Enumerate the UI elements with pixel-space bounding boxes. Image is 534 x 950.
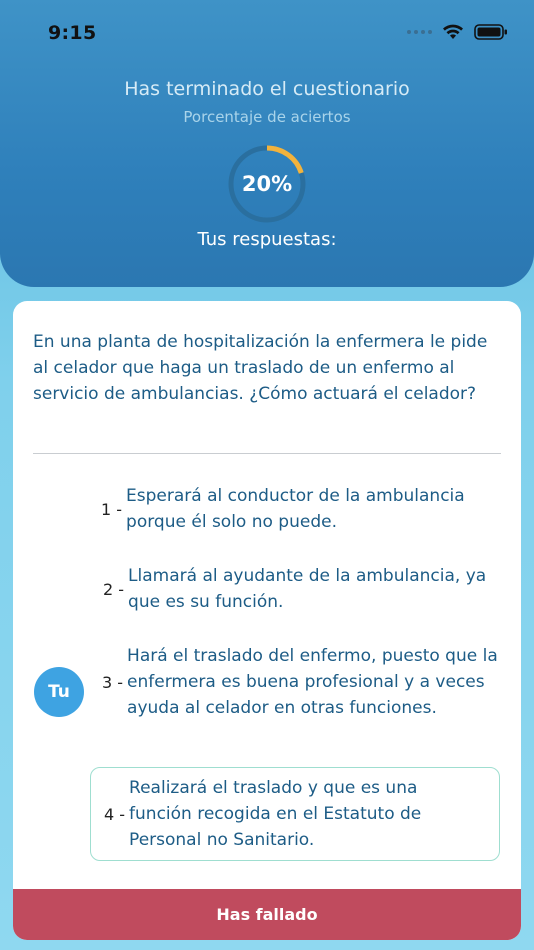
option-number: 3 -: [102, 672, 124, 692]
answer-option-3[interactable]: 3 - Hará el traslado del enfermo, puesto…: [102, 643, 502, 721]
divider: [33, 453, 501, 454]
score-subtitle: Porcentaje de aciertos: [183, 108, 351, 126]
option-number: 2 -: [103, 579, 125, 599]
score-percentage: 20%: [241, 172, 293, 196]
option-text: Hará el traslado del enfermo, puesto que…: [127, 646, 498, 718]
question-card: En una planta de hospitalización la enfe…: [13, 301, 521, 940]
answer-option-2[interactable]: 2 - Llamará al ayudante de la ambulancia…: [103, 563, 495, 615]
option-text: Llamará al ayudante de la ambulancia, ya…: [128, 566, 487, 612]
answer-option-4[interactable]: 4 - Realizará el traslado y que es una f…: [104, 775, 474, 853]
status-icons: [407, 24, 508, 40]
battery-icon: [474, 24, 507, 40]
option-number: 4 -: [104, 804, 126, 824]
question-text: En una planta de hospitalización la enfe…: [33, 332, 488, 404]
option-number: 1 -: [101, 499, 123, 519]
results-header: 9:15 Has terminado el cuestionario Porce…: [0, 0, 534, 287]
quiz-finished-title: Has terminado el cuestionario: [124, 78, 410, 100]
user-answer-badge: Tu: [34, 667, 84, 717]
your-answers-title: Tus respuestas:: [197, 229, 337, 250]
status-bar: 9:15: [0, 0, 534, 66]
option-text: Realizará el traslado y que es una funci…: [129, 778, 422, 850]
signal-dots-icon: [407, 30, 432, 34]
result-banner: Has fallado: [13, 889, 521, 940]
status-time: 9:15: [48, 22, 97, 44]
wifi-icon: [443, 24, 463, 39]
answer-option-1[interactable]: 1 - Esperará al conductor de la ambulanc…: [101, 483, 481, 535]
option-text: Esperará al conductor de la ambulancia p…: [126, 486, 465, 532]
